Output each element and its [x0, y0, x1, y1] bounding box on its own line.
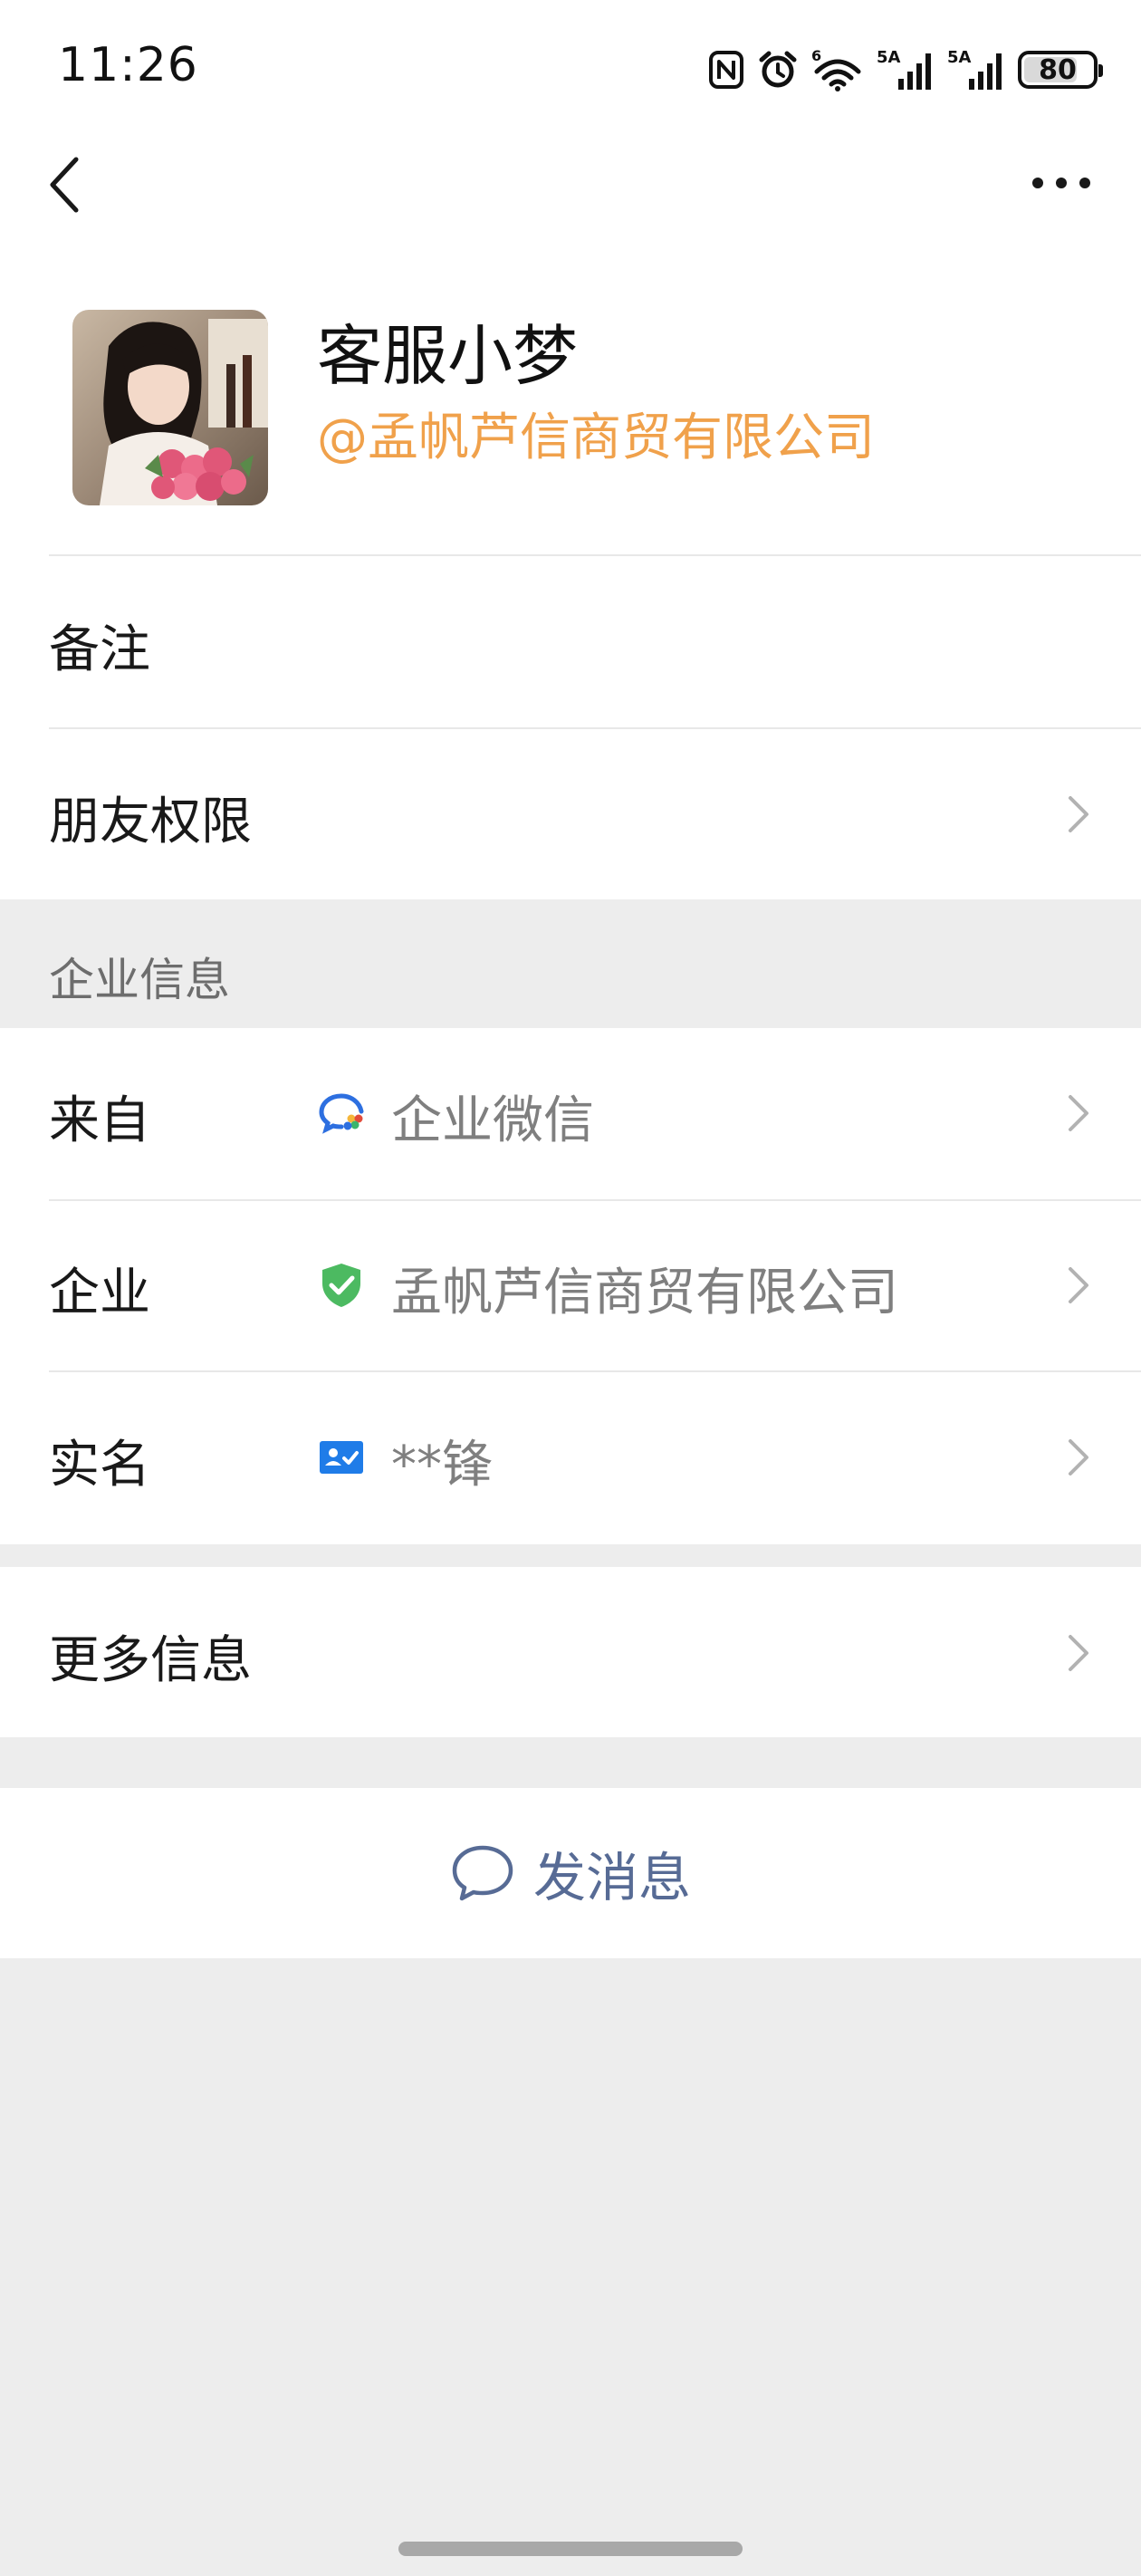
- realname-row[interactable]: [0, 1372, 1141, 1544]
- alarm-icon: [759, 51, 797, 88]
- wecom-logo-icon: [319, 1093, 364, 1134]
- company-label: 企业: [49, 1264, 150, 1322]
- company-value: 孟帆芦信商贸有限公司: [391, 1264, 898, 1322]
- battery-indicator: 80: [1018, 51, 1103, 89]
- svg-text:6: 6: [811, 48, 821, 64]
- company-tag[interactable]: @孟帆芦信商贸有限公司: [317, 397, 875, 470]
- chevron-right-icon: [1069, 796, 1088, 832]
- svg-text:5A: 5A: [877, 48, 901, 67]
- more-button[interactable]: [1029, 167, 1094, 199]
- realname-value: **锋: [391, 1436, 493, 1495]
- chevron-right-icon: [1069, 1635, 1088, 1671]
- friend-permission-label: 朋友权限: [49, 793, 252, 851]
- battery-level: 80: [1039, 53, 1077, 86]
- status-icons: 6 5A 5A 80: [708, 47, 1103, 92]
- section-header-enterprise: 企业信息: [49, 954, 230, 1006]
- wifi-icon: 6: [811, 48, 861, 91]
- chevron-right-icon: [1069, 1267, 1088, 1303]
- remark-label: 备注: [49, 620, 150, 679]
- more-info-label: 更多信息: [49, 1631, 252, 1690]
- avatar[interactable]: [72, 310, 268, 505]
- back-button[interactable]: [42, 150, 96, 219]
- signal-icon: 5A: [947, 48, 1002, 90]
- contact-name: 客服小梦: [317, 318, 579, 394]
- id-card-icon: [320, 1441, 363, 1474]
- remark-row[interactable]: [0, 556, 1141, 728]
- signal-icon: 5A: [877, 48, 931, 90]
- realname-label: 实名: [49, 1436, 150, 1495]
- nfc-icon: [709, 51, 743, 89]
- send-message-button[interactable]: 发消息: [0, 1788, 1141, 1958]
- shield-check-icon: [322, 1264, 360, 1307]
- svg-text:5A: 5A: [947, 48, 972, 67]
- from-value: 企业微信: [391, 1091, 594, 1150]
- status-time: 11:26: [58, 38, 198, 92]
- send-message-label: 发消息: [532, 1847, 691, 1908]
- chevron-right-icon: [1069, 1095, 1088, 1131]
- from-label: 来自: [49, 1091, 150, 1150]
- chat-bubble-icon: [452, 1845, 513, 1901]
- home-indicator[interactable]: [398, 2542, 743, 2556]
- chevron-right-icon: [1069, 1439, 1088, 1475]
